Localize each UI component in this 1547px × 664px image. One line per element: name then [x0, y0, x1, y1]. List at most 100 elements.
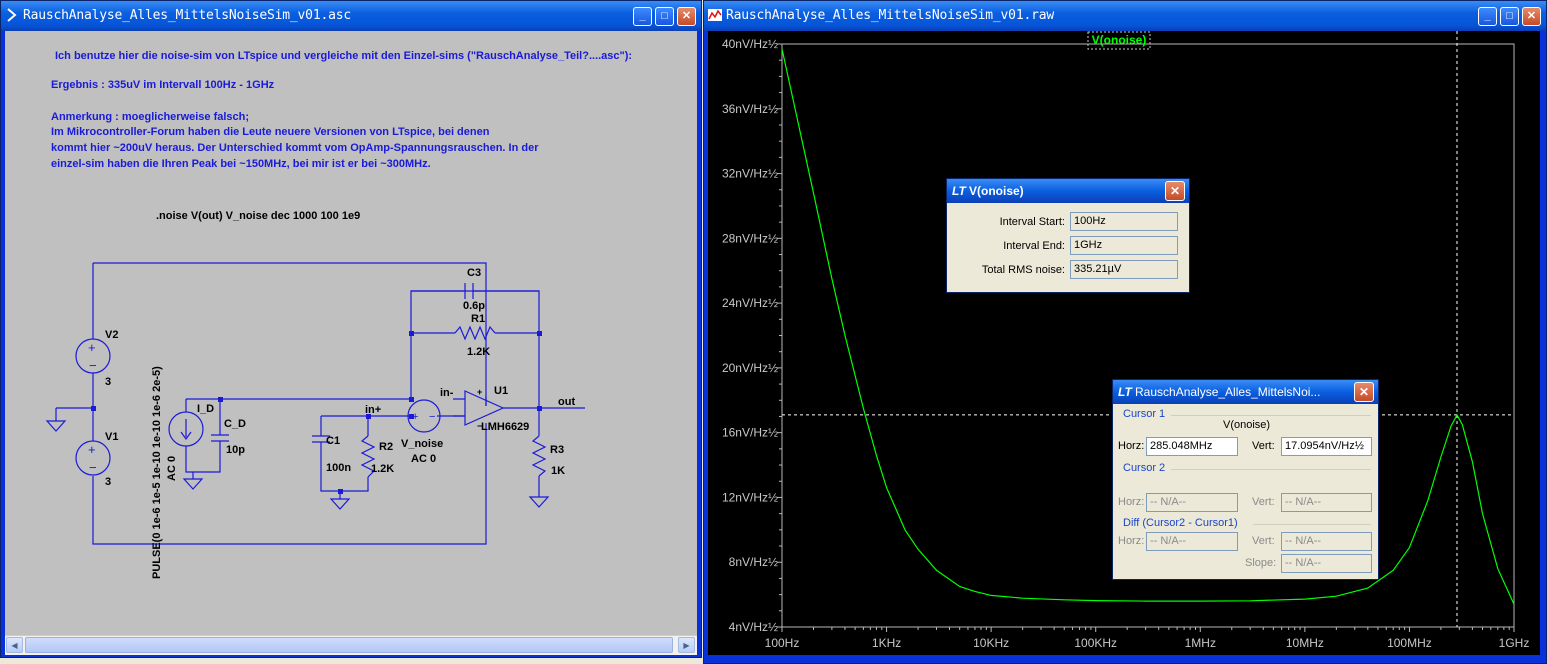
chart-title[interactable]: V(onoise): [1092, 33, 1147, 47]
cursor1-group-line: [1171, 415, 1371, 416]
v1-source[interactable]: + −: [75, 440, 111, 476]
interval-start-label: Interval Start:: [999, 216, 1065, 228]
r1-resistor[interactable]: [454, 325, 496, 341]
vnoise-name: V_noise: [401, 438, 443, 450]
y-tick-label: 12nV/Hz½: [722, 490, 778, 504]
u1-minus-pin: −: [477, 421, 482, 431]
y-tick-label: 36nV/Hz½: [722, 102, 778, 116]
x-tick-label: 10MHz: [1286, 636, 1324, 650]
cursor-dialog-title: RauschAnalyse_Alles_MittelsNoi...: [1135, 385, 1321, 399]
schematic-minimize-button[interactable]: _: [633, 7, 652, 26]
y-tick-label: 28nV/Hz½: [722, 231, 778, 245]
v1-value: 3: [105, 476, 111, 488]
r2-name: R2: [379, 441, 393, 453]
diff-slope-field[interactable]: -- N/A--: [1281, 554, 1372, 573]
y-tick-label: 16nV/Hz½: [722, 426, 778, 440]
x-tick-label: 1GHz: [1499, 636, 1530, 650]
r1-name: R1: [471, 313, 485, 325]
cursor1-horz-field[interactable]: 285.048MHz: [1146, 437, 1238, 456]
y-tick-label: 24nV/Hz½: [722, 296, 778, 310]
cursor2-vert-label: Vert:: [1252, 496, 1275, 508]
y-tick-label: 4nV/Hz½: [729, 620, 778, 634]
svg-text:+: +: [88, 442, 96, 457]
cursor2-horz-field[interactable]: -- N/A--: [1146, 493, 1238, 512]
cursor-dialog-titlebar[interactable]: LT RauschAnalyse_Alles_MittelsNoi... ✕: [1113, 380, 1378, 404]
v2-source[interactable]: + −: [75, 338, 111, 374]
vnoise-source[interactable]: + −: [407, 399, 441, 433]
schematic-titlebar[interactable]: RauschAnalyse_Alles_MittelsNoiseSim_v01.…: [1, 1, 701, 31]
schematic-close-button[interactable]: ✕: [677, 7, 696, 26]
x-tick-label: 100KHz: [1074, 636, 1117, 650]
y-tick-label: 20nV/Hz½: [722, 361, 778, 375]
scroll-left-arrow-icon[interactable]: ◀: [6, 637, 23, 653]
cursor1-trace-name: V(onoise): [1223, 419, 1271, 431]
interval-start-field[interactable]: 100Hz: [1070, 212, 1178, 231]
schematic-window[interactable]: RauschAnalyse_Alles_MittelsNoiseSim_v01.…: [0, 0, 702, 658]
cd-value: 10p: [226, 444, 245, 456]
x-tick-label: 100MHz: [1387, 636, 1432, 650]
cursor2-group-label: Cursor 2: [1123, 462, 1166, 474]
svg-text:−: −: [429, 411, 435, 423]
diff-vert-field[interactable]: -- N/A--: [1281, 532, 1372, 551]
schematic-app-icon: [7, 8, 17, 22]
schematic-circuit[interactable]: + − + − + − V2 3 V1 3 C3 0.6p R1 1.2K I_…: [5, 31, 697, 635]
rms-dialog-close-button[interactable]: ✕: [1165, 181, 1185, 201]
interval-end-label: Interval End:: [1003, 240, 1065, 252]
cursor2-horz-label: Horz:: [1118, 496, 1145, 508]
x-tick-label: 1KHz: [872, 636, 901, 650]
net-label-out: out: [558, 396, 575, 408]
svg-text:−: −: [89, 358, 97, 373]
waveform-window-title: RauschAnalyse_Alles_MittelsNoiseSim_v01.…: [726, 8, 1054, 23]
rms-dialog-title: V(onoise): [969, 184, 1024, 198]
id-current-source[interactable]: [168, 411, 204, 447]
diff-group-line: [1253, 524, 1371, 525]
v2-value: 3: [105, 376, 111, 388]
x-tick-label: 1MHz: [1185, 636, 1216, 650]
c1-name: C1: [326, 435, 340, 447]
diff-horz-field[interactable]: -- N/A--: [1146, 532, 1238, 551]
schematic-canvas[interactable]: Ich benutze hier die noise-sim von LTspi…: [5, 31, 697, 635]
cursor1-vert-label: Vert:: [1252, 440, 1275, 452]
scroll-thumb[interactable]: [25, 637, 673, 653]
svg-text:−: −: [89, 460, 97, 475]
ltspice-icon: LT: [1118, 385, 1132, 399]
schematic-window-title: RauschAnalyse_Alles_MittelsNoiseSim_v01.…: [23, 8, 351, 23]
diff-slope-label: Slope:: [1245, 557, 1277, 569]
y-tick-label: 32nV/Hz½: [722, 167, 778, 181]
svg-text:+: +: [412, 411, 418, 423]
waveform-minimize-button[interactable]: _: [1478, 7, 1497, 26]
r3-value: 1K: [551, 465, 565, 477]
wires: [55, 262, 585, 545]
v1-name: V1: [105, 431, 118, 443]
rms-noise-dialog[interactable]: LT V(onoise) ✕ Interval Start: 100Hz Int…: [946, 178, 1190, 293]
c3-value: 0.6p: [463, 300, 485, 312]
interval-end-field[interactable]: 1GHz: [1070, 236, 1178, 255]
diff-vert-label: Vert:: [1252, 535, 1275, 547]
schematic-horizontal-scrollbar[interactable]: ◀ ▶: [5, 635, 697, 655]
v2-name: V2: [105, 329, 118, 341]
waveform-titlebar[interactable]: RauschAnalyse_Alles_MittelsNoiseSim_v01.…: [704, 1, 1546, 31]
r3-resistor[interactable]: [531, 435, 547, 477]
cursor-dialog[interactable]: LT RauschAnalyse_Alles_MittelsNoi... ✕ C…: [1112, 379, 1379, 580]
x-tick-label: 100Hz: [765, 636, 800, 650]
u1-model: LMH6629: [481, 421, 529, 433]
cursor1-vert-field[interactable]: 17.0954nV/Hz½: [1281, 437, 1372, 456]
cursor-dialog-close-button[interactable]: ✕: [1354, 382, 1374, 402]
u1-name: U1: [494, 385, 508, 397]
schematic-client: Ich benutze hier die noise-sim von LTspi…: [5, 31, 697, 655]
schematic-maximize-button[interactable]: □: [655, 7, 674, 26]
scroll-right-arrow-icon[interactable]: ▶: [678, 637, 695, 653]
ltspice-icon: LT: [952, 184, 966, 198]
svg-text:+: +: [88, 340, 96, 355]
c1-value: 100n: [326, 462, 351, 474]
waveform-close-button[interactable]: ✕: [1522, 7, 1541, 26]
c3-name: C3: [467, 267, 481, 279]
total-rms-field[interactable]: 335.21µV: [1070, 260, 1178, 279]
total-rms-label: Total RMS noise:: [981, 264, 1065, 276]
waveform-maximize-button[interactable]: □: [1500, 7, 1519, 26]
rms-dialog-titlebar[interactable]: LT V(onoise) ✕: [947, 179, 1189, 203]
r3-name: R3: [550, 444, 564, 456]
diff-group-label: Diff (Cursor2 - Cursor1): [1123, 517, 1238, 529]
y-tick-label: 40nV/Hz½: [722, 37, 778, 51]
cursor2-vert-field[interactable]: -- N/A--: [1281, 493, 1372, 512]
